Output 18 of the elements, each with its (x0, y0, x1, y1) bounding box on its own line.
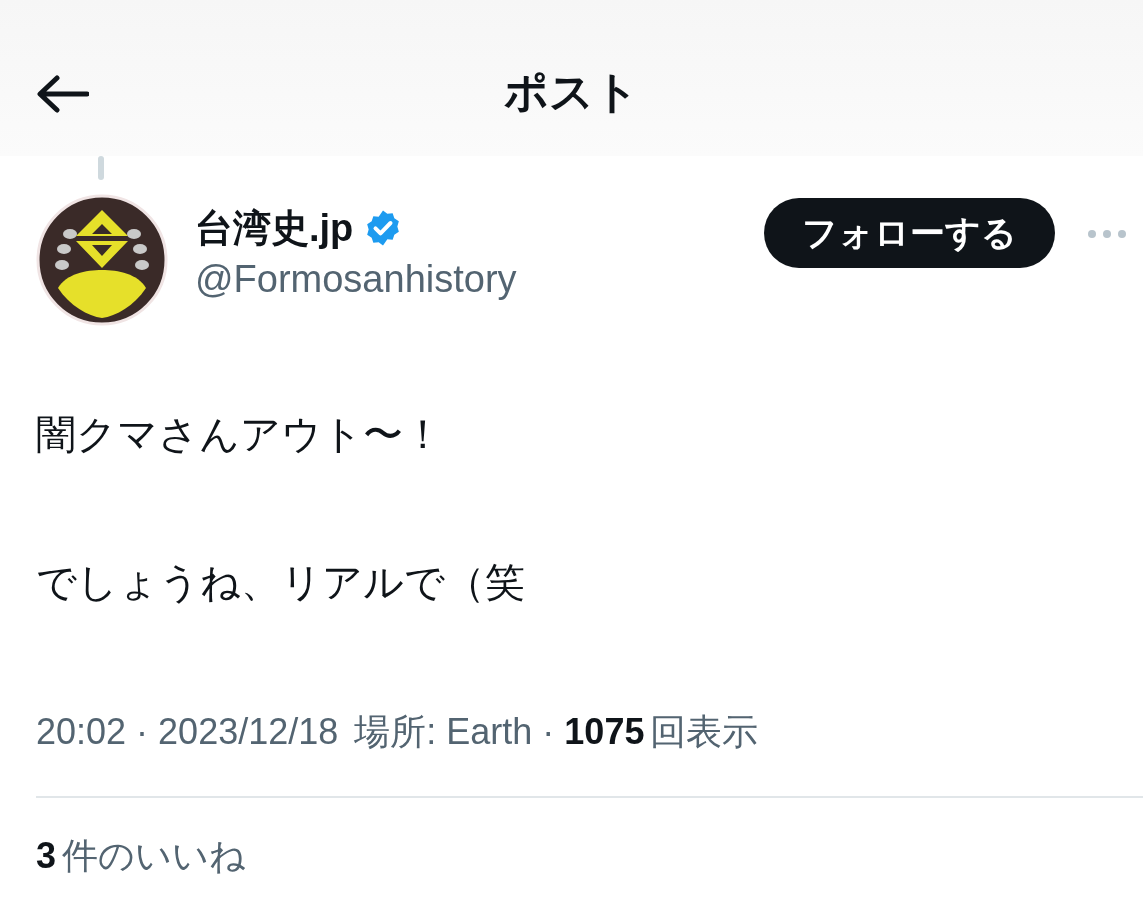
like-count[interactable]: 3 (36, 798, 57, 914)
post-text: 闇クマさんアウト〜！ (36, 412, 444, 456)
separator-dot: · (542, 711, 555, 753)
separator-dot: · (136, 711, 149, 753)
thread-line (98, 156, 104, 180)
avatar-crest-icon[interactable] (36, 194, 168, 326)
view-label: 回表示 (650, 710, 759, 754)
follow-button[interactable]: フォローする (764, 198, 1055, 268)
page-title: ポスト (504, 65, 639, 118)
post-text: でしょうね、リアルで（笑 (36, 560, 526, 604)
author-handle[interactable]: @Formosanhistory (195, 252, 517, 306)
view-count: 1075 (564, 711, 645, 753)
back-arrow-icon[interactable] (35, 74, 89, 114)
author-name[interactable]: 台湾史.jp (195, 204, 354, 252)
post-location: 場所: Earth (354, 710, 533, 754)
post-date: 2023/12/18 (158, 711, 339, 753)
post-time: 20:02 (36, 711, 127, 753)
like-label[interactable]: 件のいいね (62, 798, 247, 914)
